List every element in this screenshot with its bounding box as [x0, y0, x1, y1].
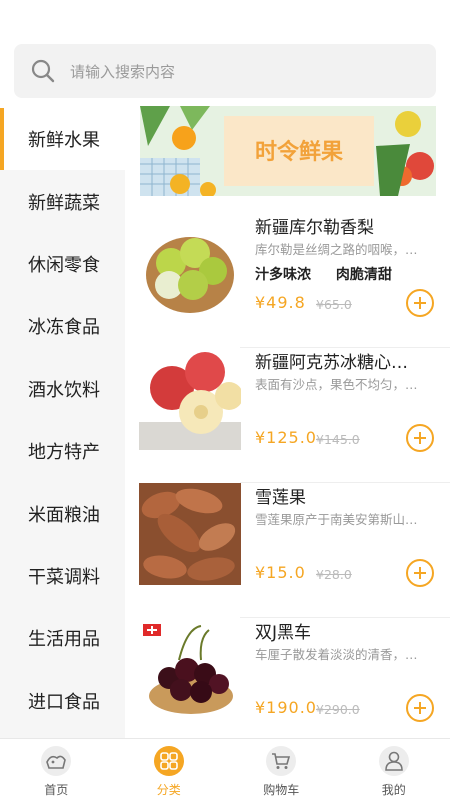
- search-bar[interactable]: 请输入搜索内容: [14, 44, 436, 98]
- product-desc: 车厘子散发着淡淡的清香，…: [255, 647, 418, 662]
- search-icon: [31, 59, 55, 83]
- product-item[interactable]: 双J黑车 车厘子散发着淡淡的清香，… ¥190.0 ¥290.0: [125, 618, 450, 753]
- product-item[interactable]: 新疆阿克苏冰糖心… 表面有沙点，果色不均匀，… ¥125.0 ¥145.0: [125, 348, 450, 483]
- sidebar-item-daily-goods[interactable]: 生活用品: [0, 607, 125, 669]
- sidebar-item-frozen-food[interactable]: 冰冻食品: [0, 295, 125, 357]
- product-tag: 肉脆清甜: [335, 267, 392, 283]
- product-image: [139, 483, 241, 585]
- product-price: ¥15.0: [255, 563, 306, 582]
- tab-label: 购物车: [263, 783, 300, 797]
- product-old-price: ¥28.0: [316, 567, 352, 582]
- sidebar-item-snacks[interactable]: 休闲零食: [0, 233, 125, 295]
- product-tags: 汁多味浓 肉脆清甜: [255, 264, 392, 284]
- sidebar-item-fresh-fruit[interactable]: 新鲜水果: [0, 108, 125, 171]
- sidebar-item-drinks[interactable]: 酒水饮料: [0, 358, 125, 420]
- tab-category[interactable]: 分类: [113, 739, 226, 800]
- product-name: 雪莲果: [255, 488, 306, 508]
- search-input[interactable]: 请输入搜索内容: [70, 61, 175, 82]
- product-desc: 库尔勒是丝绸之路的咽喉，…: [255, 242, 418, 257]
- product-item[interactable]: 新疆库尔勒香梨 库尔勒是丝绸之路的咽喉，… 汁多味浓 肉脆清甜 ¥49.8 ¥6…: [125, 213, 450, 348]
- tab-profile[interactable]: 我的: [338, 739, 450, 800]
- banner-title: 时令鲜果: [255, 139, 343, 165]
- tab-label: 首页: [44, 783, 69, 797]
- product-old-price: ¥65.0: [316, 297, 352, 312]
- app-screen: 请输入搜索内容 新鲜水果 新鲜蔬菜 休闲零食 冰冻食品 酒水饮料 地方特产 米面…: [0, 0, 450, 800]
- product-old-price: ¥145.0: [316, 432, 360, 447]
- sidebar-item-dried-seasoning[interactable]: 干菜调料: [0, 545, 125, 607]
- category-banner[interactable]: 时令鲜果: [140, 106, 436, 196]
- category-icon: [153, 746, 184, 776]
- product-image: [139, 618, 241, 720]
- sidebar-item-imported-food[interactable]: 进口食品: [0, 670, 125, 732]
- cart-icon: [266, 746, 297, 776]
- tab-cart[interactable]: 购物车: [225, 739, 338, 800]
- sidebar-item-fresh-vegetables[interactable]: 新鲜蔬菜: [0, 170, 125, 232]
- tab-label: 我的: [381, 783, 406, 797]
- banner-image: 时令鲜果: [140, 106, 436, 196]
- product-desc: 雪莲果原产于南美安第斯山…: [255, 512, 418, 527]
- product-tag: 汁多味浓: [255, 267, 311, 283]
- product-name: 新疆库尔勒香梨: [255, 218, 374, 238]
- user-icon: [378, 746, 409, 776]
- product-price: ¥49.8: [255, 293, 306, 312]
- product-desc: 表面有沙点，果色不均匀，…: [255, 377, 418, 392]
- product-image: [139, 348, 241, 450]
- add-to-cart-button[interactable]: [406, 289, 434, 317]
- product-name: 新疆阿克苏冰糖心…: [255, 353, 408, 373]
- tab-label: 分类: [156, 783, 181, 797]
- product-price: ¥125.0: [255, 428, 317, 447]
- product-price: ¥190.0: [255, 698, 317, 717]
- add-to-cart-button[interactable]: [406, 424, 434, 452]
- product-name: 双J黑车: [255, 623, 312, 643]
- sidebar-item-grain-oil[interactable]: 米面粮油: [0, 482, 125, 544]
- bottom-tab-bar: 首页 分类 购物车 我的: [0, 738, 450, 800]
- product-image: [139, 213, 241, 315]
- tab-home[interactable]: 首页: [0, 739, 113, 800]
- sidebar-item-local-specialties[interactable]: 地方特产: [0, 420, 125, 482]
- product-old-price: ¥290.0: [316, 702, 360, 717]
- add-to-cart-button[interactable]: [406, 694, 434, 722]
- category-sidebar: 新鲜水果 新鲜蔬菜 休闲零食 冰冻食品 酒水饮料 地方特产 米面粮油 干菜调料 …: [0, 108, 125, 738]
- product-item[interactable]: 雪莲果 雪莲果原产于南美安第斯山… ¥15.0 ¥28.0: [125, 483, 450, 618]
- add-to-cart-button[interactable]: [406, 559, 434, 587]
- home-icon: [41, 746, 72, 776]
